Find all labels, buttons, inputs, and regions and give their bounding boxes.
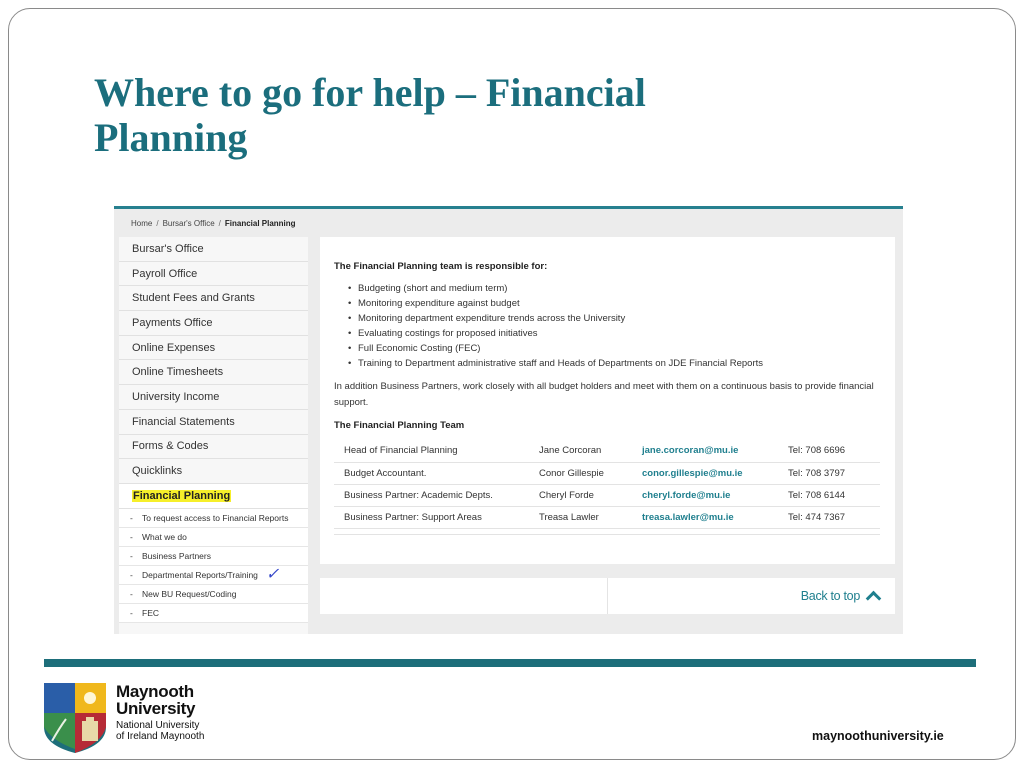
- list-item: Full Economic Costing (FEC): [348, 341, 763, 356]
- sidebar-item-label: Financial Planning: [132, 489, 232, 502]
- list-item: Monitoring expenditure against budget: [348, 296, 763, 311]
- logo-sub-line1: National University: [116, 720, 200, 731]
- team-email-link[interactable]: jane.corcoran@mu.ie: [642, 440, 788, 463]
- team-name: Treasa Lawler: [539, 506, 642, 529]
- subnav-item-departmental-reports[interactable]: - Departmental Reports/Training ✓: [119, 566, 308, 585]
- site-url: maynoothuniversity.ie: [812, 729, 944, 743]
- main-content: The Financial Planning team is responsib…: [320, 237, 895, 564]
- table-row: Budget Accountant. Conor Gillespie conor…: [334, 462, 880, 485]
- sidebar-item-financial-planning[interactable]: Financial Planning: [119, 483, 308, 509]
- team-role: Budget Accountant.: [334, 462, 539, 485]
- team-tel: Tel: 708 3797: [788, 462, 880, 485]
- sidebar-item-bursars-office[interactable]: Bursar's Office: [119, 237, 308, 262]
- team-role: Business Partner: Academic Depts.: [334, 484, 539, 507]
- slide-title: Where to go for help – Financial Plannin…: [94, 70, 646, 160]
- sidebar-item-payments-office[interactable]: Payments Office: [119, 311, 308, 336]
- subnav-item-new-bu-request[interactable]: - New BU Request/Coding: [119, 585, 308, 604]
- subnav-dash: -: [130, 607, 133, 618]
- divider: [44, 659, 976, 667]
- breadcrumb-current: Financial Planning: [224, 219, 296, 228]
- team-tel: Tel: 708 6144: [788, 484, 880, 507]
- logo-text: Maynooth University National University …: [116, 683, 204, 742]
- sidebar-item-quicklinks[interactable]: Quicklinks: [119, 459, 308, 484]
- sidebar-item-university-income[interactable]: University Income: [119, 385, 308, 410]
- list-item: Budgeting (short and medium term): [348, 281, 763, 296]
- responsibilities-heading: The Financial Planning team is responsib…: [334, 261, 548, 272]
- team-name: Cheryl Forde: [539, 484, 642, 507]
- subnav-item-label: FEC: [142, 607, 159, 618]
- subnav-item-fec[interactable]: - FEC: [119, 604, 308, 623]
- list-item: Evaluating costings for proposed initiat…: [348, 326, 763, 341]
- team-name: Conor Gillespie: [539, 462, 642, 485]
- business-partners-paragraph: In addition Business Partners, work clos…: [334, 381, 874, 408]
- sidebar-nav: Bursar's Office Payroll Office Student F…: [119, 237, 308, 634]
- university-logo: Maynooth University National University …: [44, 683, 204, 753]
- back-to-top-link[interactable]: Back to top: [800, 588, 882, 607]
- page-footer-bar: Back to top: [320, 578, 895, 614]
- divider: [334, 534, 880, 535]
- breadcrumb-separator: /: [218, 219, 221, 228]
- subnav-dash: -: [130, 569, 133, 580]
- sidebar-item-online-expenses[interactable]: Online Expenses: [119, 336, 308, 361]
- subnav-item-what-we-do[interactable]: - What we do: [119, 528, 308, 547]
- sidebar-item-financial-statements[interactable]: Financial Statements: [119, 410, 308, 435]
- subnav-item-label: What we do: [142, 531, 187, 542]
- breadcrumb-bursars-office[interactable]: Bursar's Office: [163, 219, 215, 228]
- logo-name-line1: Maynooth: [116, 682, 194, 701]
- subnav-item-business-partners[interactable]: - Business Partners: [119, 547, 308, 566]
- back-to-top-label: Back to top: [800, 589, 861, 603]
- sidebar-item-online-timesheets[interactable]: Online Timesheets: [119, 360, 308, 386]
- subnav-item-request-access[interactable]: - To request access to Financial Reports: [119, 509, 308, 528]
- subnav-item-label: Departmental Reports/Training: [142, 569, 258, 580]
- breadcrumb: Home / Bursar's Office / Financial Plann…: [131, 219, 296, 228]
- subnav-dash: -: [130, 512, 133, 523]
- team-email-link[interactable]: cheryl.forde@mu.ie: [642, 484, 788, 507]
- team-heading: The Financial Planning Team: [334, 420, 465, 431]
- team-name: Jane Corcoran: [539, 440, 642, 463]
- subnav-item-label: To request access to Financial Reports: [142, 512, 289, 523]
- subnav-item-label: Business Partners: [142, 550, 211, 561]
- subnav-item-label: New BU Request/Coding: [142, 588, 237, 599]
- sidebar-subnav: - To request access to Financial Reports…: [119, 508, 308, 623]
- footer-left-cell: [320, 578, 608, 614]
- breadcrumb-home[interactable]: Home: [131, 219, 152, 228]
- sidebar-item-payroll-office[interactable]: Payroll Office: [119, 262, 308, 287]
- team-role: Business Partner: Support Areas: [334, 506, 539, 529]
- team-tel: Tel: 708 6696: [788, 440, 880, 463]
- sidebar-item-forms-codes[interactable]: Forms & Codes: [119, 435, 308, 460]
- team-tel: Tel: 474 7367: [788, 506, 880, 529]
- team-role: Head of Financial Planning: [334, 440, 539, 463]
- responsibilities-list: Budgeting (short and medium term) Monito…: [348, 281, 763, 371]
- logo-name-line2: University: [116, 699, 196, 718]
- crest-icon: [44, 683, 106, 753]
- table-row: Business Partner: Support Areas Treasa L…: [334, 506, 880, 529]
- website-screenshot: Home / Bursar's Office / Financial Plann…: [114, 206, 903, 634]
- table-row: Business Partner: Academic Depts. Cheryl…: [334, 484, 880, 507]
- breadcrumb-separator: /: [156, 219, 159, 228]
- list-item: Monitoring department expenditure trends…: [348, 311, 763, 326]
- team-table: Head of Financial Planning Jane Corcoran…: [334, 440, 880, 529]
- checkmark-icon: ✓: [265, 565, 280, 583]
- subnav-dash: -: [130, 550, 133, 561]
- team-email-link[interactable]: treasa.lawler@mu.ie: [642, 506, 788, 529]
- table-row: Head of Financial Planning Jane Corcoran…: [334, 440, 880, 463]
- list-item: Training to Department administrative st…: [348, 356, 763, 371]
- subnav-dash: -: [130, 531, 133, 542]
- sidebar-item-student-fees[interactable]: Student Fees and Grants: [119, 286, 308, 312]
- team-email-link[interactable]: conor.gillespie@mu.ie: [642, 462, 788, 485]
- logo-sub-line2: of Ireland Maynooth: [116, 731, 205, 742]
- chevron-up-icon: [865, 590, 882, 607]
- subnav-dash: -: [130, 588, 133, 599]
